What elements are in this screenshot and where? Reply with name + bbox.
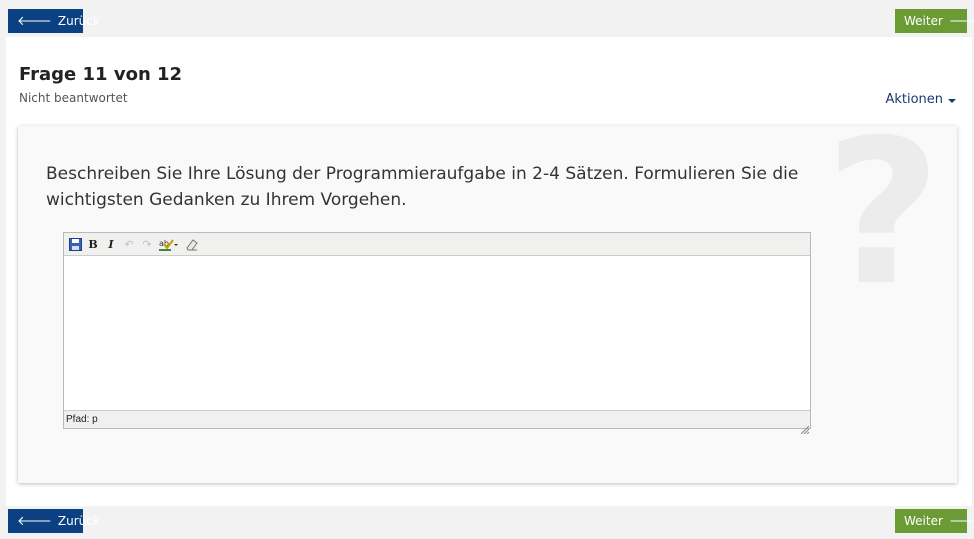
answer-text-area[interactable] <box>64 256 810 408</box>
question-text: Beschreiben Sie Ihre Lösung der Programm… <box>46 164 799 210</box>
question-status: Nicht beantwortet <box>19 91 128 105</box>
next-button-label: Weiter <box>904 14 943 28</box>
eraser-icon[interactable] <box>184 237 198 251</box>
arrow-right-icon: 🡒 <box>948 513 974 529</box>
arrow-right-icon: 🡒 <box>948 13 974 29</box>
page-title: Frage 11 von 12 <box>19 64 183 85</box>
next-button-top[interactable]: Weiter 🡒 <box>895 9 974 33</box>
question-panel: Frage 11 von 12 Nicht beantwortet Aktion… <box>6 37 972 506</box>
spellcheck-icon[interactable]: ab <box>158 237 180 251</box>
question-card: ? Beschreiben Sie Ihre Lösung der Progra… <box>18 114 957 483</box>
italic-icon[interactable]: I <box>104 237 118 251</box>
back-button-bottom[interactable]: 🡐 Zurück <box>8 509 100 533</box>
question-mark-watermark-icon: ? <box>824 97 941 330</box>
back-button-top[interactable]: 🡐 Zurück <box>8 9 100 33</box>
rich-text-editor: B I ↶ ↷ ab Pfad: p <box>63 232 811 435</box>
editor-toolbar: B I ↶ ↷ ab <box>64 233 810 256</box>
caret-down-icon <box>948 98 956 103</box>
back-button-label: Zurück <box>57 14 100 28</box>
back-button-label: Zurück <box>57 514 100 528</box>
next-button-bottom[interactable]: Weiter 🡒 <box>895 509 974 533</box>
undo-icon[interactable]: ↶ <box>122 237 136 251</box>
resize-handle-icon[interactable] <box>800 419 810 435</box>
save-icon[interactable] <box>68 237 82 251</box>
redo-icon[interactable]: ↷ <box>140 237 154 251</box>
arrow-left-icon: 🡐 <box>17 513 52 529</box>
arrow-left-icon: 🡐 <box>17 13 52 29</box>
bold-icon[interactable]: B <box>86 237 100 251</box>
editor-path-bar: Pfad: p <box>64 410 810 428</box>
next-button-label: Weiter <box>904 514 943 528</box>
